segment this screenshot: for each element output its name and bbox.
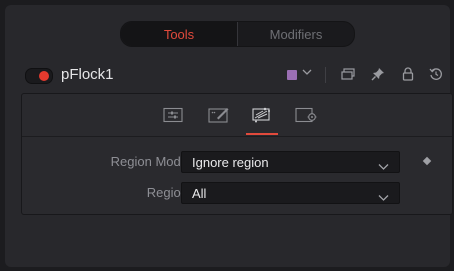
chevron-down-icon[interactable] bbox=[302, 67, 312, 80]
lock-icon[interactable] bbox=[400, 66, 416, 82]
reset-icon[interactable] bbox=[428, 66, 444, 82]
chevron-down-icon bbox=[378, 189, 389, 207]
versions-icon[interactable] bbox=[340, 66, 356, 82]
node-enable-toggle[interactable] bbox=[25, 68, 53, 84]
region-mode-dropdown[interactable]: Ignore region bbox=[181, 151, 400, 173]
region-tab-icon[interactable] bbox=[246, 104, 278, 135]
pin-icon[interactable] bbox=[370, 66, 386, 82]
inspector-tabs bbox=[22, 94, 452, 137]
keyframe-diamond-icon[interactable] bbox=[422, 156, 432, 166]
node-header: pFlock1 bbox=[20, 62, 442, 88]
tools-modifiers-switch: Tools Modifiers bbox=[120, 21, 355, 47]
region-mode-value: Ignore region bbox=[192, 155, 269, 170]
style-tab-icon[interactable] bbox=[206, 104, 232, 126]
inspector-box: Region Mode Ignore region Region All bbox=[21, 93, 453, 215]
region-row: Region All bbox=[22, 182, 452, 204]
header-separator bbox=[325, 67, 326, 83]
inspector-panel: Tools Modifiers pFlock1 Region Mode Igno… bbox=[5, 5, 453, 267]
node-color-swatch[interactable] bbox=[287, 70, 297, 80]
controls-tab-icon[interactable] bbox=[160, 104, 186, 126]
chevron-down-icon bbox=[378, 158, 389, 176]
tab-modifiers[interactable]: Modifiers bbox=[238, 22, 354, 46]
region-dropdown[interactable]: All bbox=[181, 182, 400, 204]
toggle-knob bbox=[39, 71, 49, 81]
region-value: All bbox=[192, 186, 207, 201]
region-mode-label: Region Mode bbox=[110, 154, 188, 169]
tab-tools[interactable]: Tools bbox=[121, 22, 237, 46]
node-name[interactable]: pFlock1 bbox=[61, 66, 114, 83]
region-mode-row: Region Mode Ignore region bbox=[22, 151, 452, 173]
settings-tab-icon[interactable] bbox=[293, 104, 319, 126]
